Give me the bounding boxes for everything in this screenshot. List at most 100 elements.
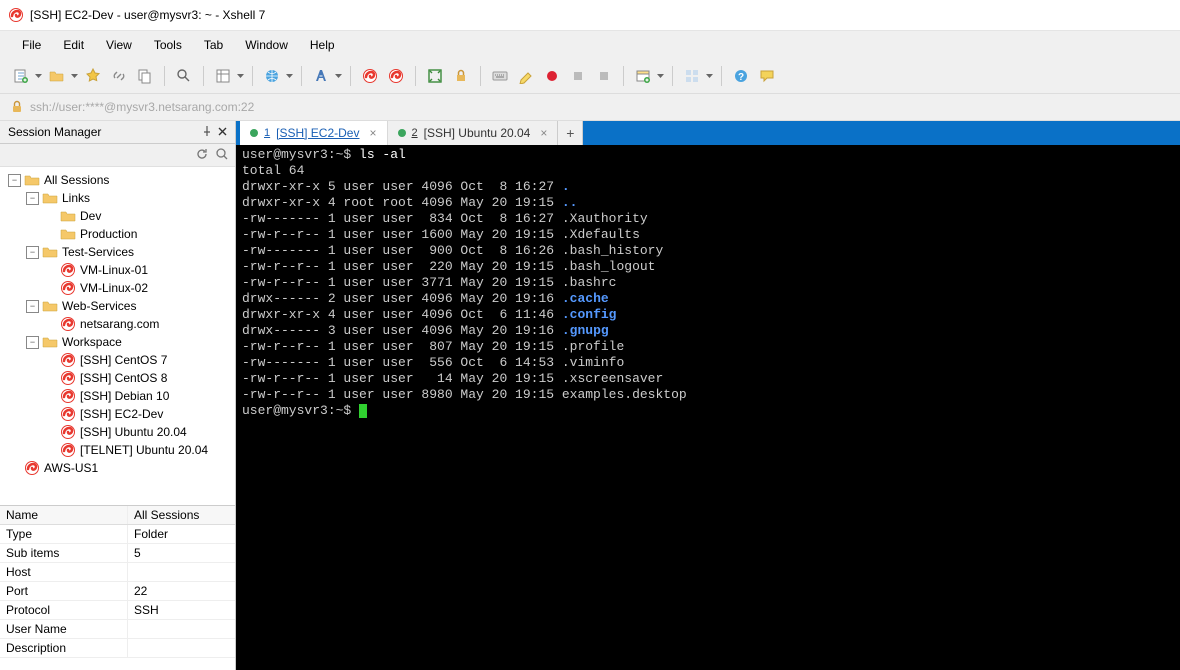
tree-toggle-icon[interactable]: − — [26, 192, 39, 205]
record-icon[interactable] — [541, 65, 563, 87]
search-icon[interactable] — [215, 147, 229, 164]
session-tree[interactable]: −All Sessions−LinksDevProduction−Test-Se… — [0, 167, 235, 506]
chat-icon[interactable] — [756, 65, 778, 87]
tree-item[interactable]: VM-Linux-02 — [0, 279, 235, 297]
find-icon[interactable] — [173, 65, 195, 87]
dropdown-icon[interactable] — [705, 74, 713, 78]
tab[interactable]: 2[SSH] Ubuntu 20.04× — [388, 121, 559, 145]
prop-val: 5 — [128, 544, 235, 562]
prop-val — [128, 639, 235, 657]
tree-label: [SSH] Debian 10 — [80, 389, 169, 403]
tree-item[interactable]: − Workspace — [0, 333, 235, 351]
tree-item[interactable]: Dev — [0, 207, 235, 225]
pane-toolbar — [0, 144, 235, 167]
prop-key: Name — [0, 506, 128, 524]
stop-icon[interactable] — [567, 65, 589, 87]
help-icon[interactable] — [730, 65, 752, 87]
tree-label: [SSH] CentOS 8 — [80, 371, 167, 385]
menu-tools[interactable]: Tools — [144, 34, 192, 56]
copy-icon[interactable] — [134, 65, 156, 87]
dropdown-icon[interactable] — [70, 74, 78, 78]
tree-item[interactable]: [SSH] CentOS 8 — [0, 369, 235, 387]
add-tab-button[interactable]: + — [558, 121, 583, 145]
tree-item[interactable]: VM-Linux-01 — [0, 261, 235, 279]
tree-label: netsarang.com — [80, 317, 159, 331]
tree-label: [TELNET] Ubuntu 20.04 — [80, 443, 208, 457]
tree-item[interactable]: netsarang.com — [0, 315, 235, 333]
prop-key: Port — [0, 582, 128, 600]
link-icon[interactable] — [108, 65, 130, 87]
folder-icon — [42, 244, 58, 260]
cursor-icon — [359, 404, 367, 418]
dropdown-icon[interactable] — [34, 74, 42, 78]
tree-item[interactable]: Production — [0, 225, 235, 243]
open-icon[interactable] — [46, 65, 68, 87]
tab[interactable]: 1[SSH] EC2-Dev× — [240, 121, 388, 145]
tree-item[interactable]: [SSH] CentOS 7 — [0, 351, 235, 369]
app-logo-icon — [8, 7, 24, 23]
keyboard-icon[interactable] — [489, 65, 511, 87]
prop-row: Description — [0, 639, 235, 658]
prop-val — [128, 620, 235, 638]
pane-header: Session Manager — [0, 121, 235, 144]
swirl-icon — [60, 352, 76, 368]
tree-item[interactable]: AWS-US1 — [0, 459, 235, 477]
tree-item[interactable]: [SSH] Debian 10 — [0, 387, 235, 405]
tree-toggle-icon[interactable]: − — [26, 300, 39, 313]
highlight-icon[interactable] — [515, 65, 537, 87]
grid-icon[interactable] — [681, 65, 703, 87]
new-icon[interactable] — [10, 65, 32, 87]
tree-item[interactable]: [SSH] Ubuntu 20.04 — [0, 423, 235, 441]
dropdown-icon[interactable] — [656, 74, 664, 78]
tree-label: Workspace — [62, 335, 122, 349]
globe-icon[interactable] — [261, 65, 283, 87]
swirl-icon — [60, 370, 76, 386]
tab-close-icon[interactable]: × — [540, 126, 547, 140]
address-url: ssh://user:****@mysvr3.netsarang.com:22 — [30, 100, 254, 114]
tree-item[interactable]: −Test-Services — [0, 243, 235, 261]
status-dot-icon — [250, 129, 258, 137]
fullscreen-icon[interactable] — [424, 65, 446, 87]
dropdown-icon[interactable] — [236, 74, 244, 78]
dropdown-icon[interactable] — [285, 74, 293, 78]
swirl2-icon[interactable] — [385, 65, 407, 87]
tree-item[interactable]: −All Sessions — [0, 171, 235, 189]
tree-item[interactable]: −Links — [0, 189, 235, 207]
refresh-icon[interactable] — [195, 147, 209, 164]
props-icon[interactable] — [212, 65, 234, 87]
prop-val — [128, 563, 235, 581]
swirl-icon — [60, 280, 76, 296]
address-bar[interactable]: ssh://user:****@mysvr3.netsarang.com:22 — [0, 94, 1180, 121]
window-icon[interactable] — [632, 65, 654, 87]
lock-icon — [10, 100, 24, 114]
folder-icon — [24, 172, 40, 188]
menu-view[interactable]: View — [96, 34, 142, 56]
menu-tab[interactable]: Tab — [194, 34, 233, 56]
session-manager-pane: Session Manager −All Sessions−LinksDevPr… — [0, 121, 236, 670]
tree-item[interactable]: [SSH] EC2-Dev — [0, 405, 235, 423]
tab-close-icon[interactable]: × — [369, 126, 376, 140]
swirl1-icon[interactable] — [359, 65, 381, 87]
tree-toggle-icon[interactable]: − — [26, 336, 39, 349]
menu-window[interactable]: Window — [235, 34, 298, 56]
prop-val: Folder — [128, 525, 235, 543]
menu-edit[interactable]: Edit — [53, 34, 94, 56]
menu-help[interactable]: Help — [300, 34, 345, 56]
tree-item[interactable]: [TELNET] Ubuntu 20.04 — [0, 441, 235, 459]
dropdown-icon[interactable] — [334, 74, 342, 78]
stop2-icon[interactable] — [593, 65, 615, 87]
tree-toggle-icon[interactable]: − — [26, 246, 39, 259]
prop-key: Description — [0, 639, 128, 657]
close-pane-icon[interactable] — [218, 125, 227, 139]
folder-icon — [42, 298, 58, 314]
tree-toggle-icon[interactable]: − — [8, 174, 21, 187]
prop-val: 22 — [128, 582, 235, 600]
terminal[interactable]: user@mysvr3:~$ ls -al total 64 drwxr-xr-… — [236, 145, 1180, 670]
tab-bar: 1[SSH] EC2-Dev×2[SSH] Ubuntu 20.04×+ — [236, 121, 1180, 145]
pin-icon[interactable] — [202, 125, 212, 139]
font-icon[interactable] — [310, 65, 332, 87]
tree-item[interactable]: −Web-Services — [0, 297, 235, 315]
menu-file[interactable]: File — [12, 34, 51, 56]
star-icon[interactable] — [82, 65, 104, 87]
lock-icon[interactable] — [450, 65, 472, 87]
